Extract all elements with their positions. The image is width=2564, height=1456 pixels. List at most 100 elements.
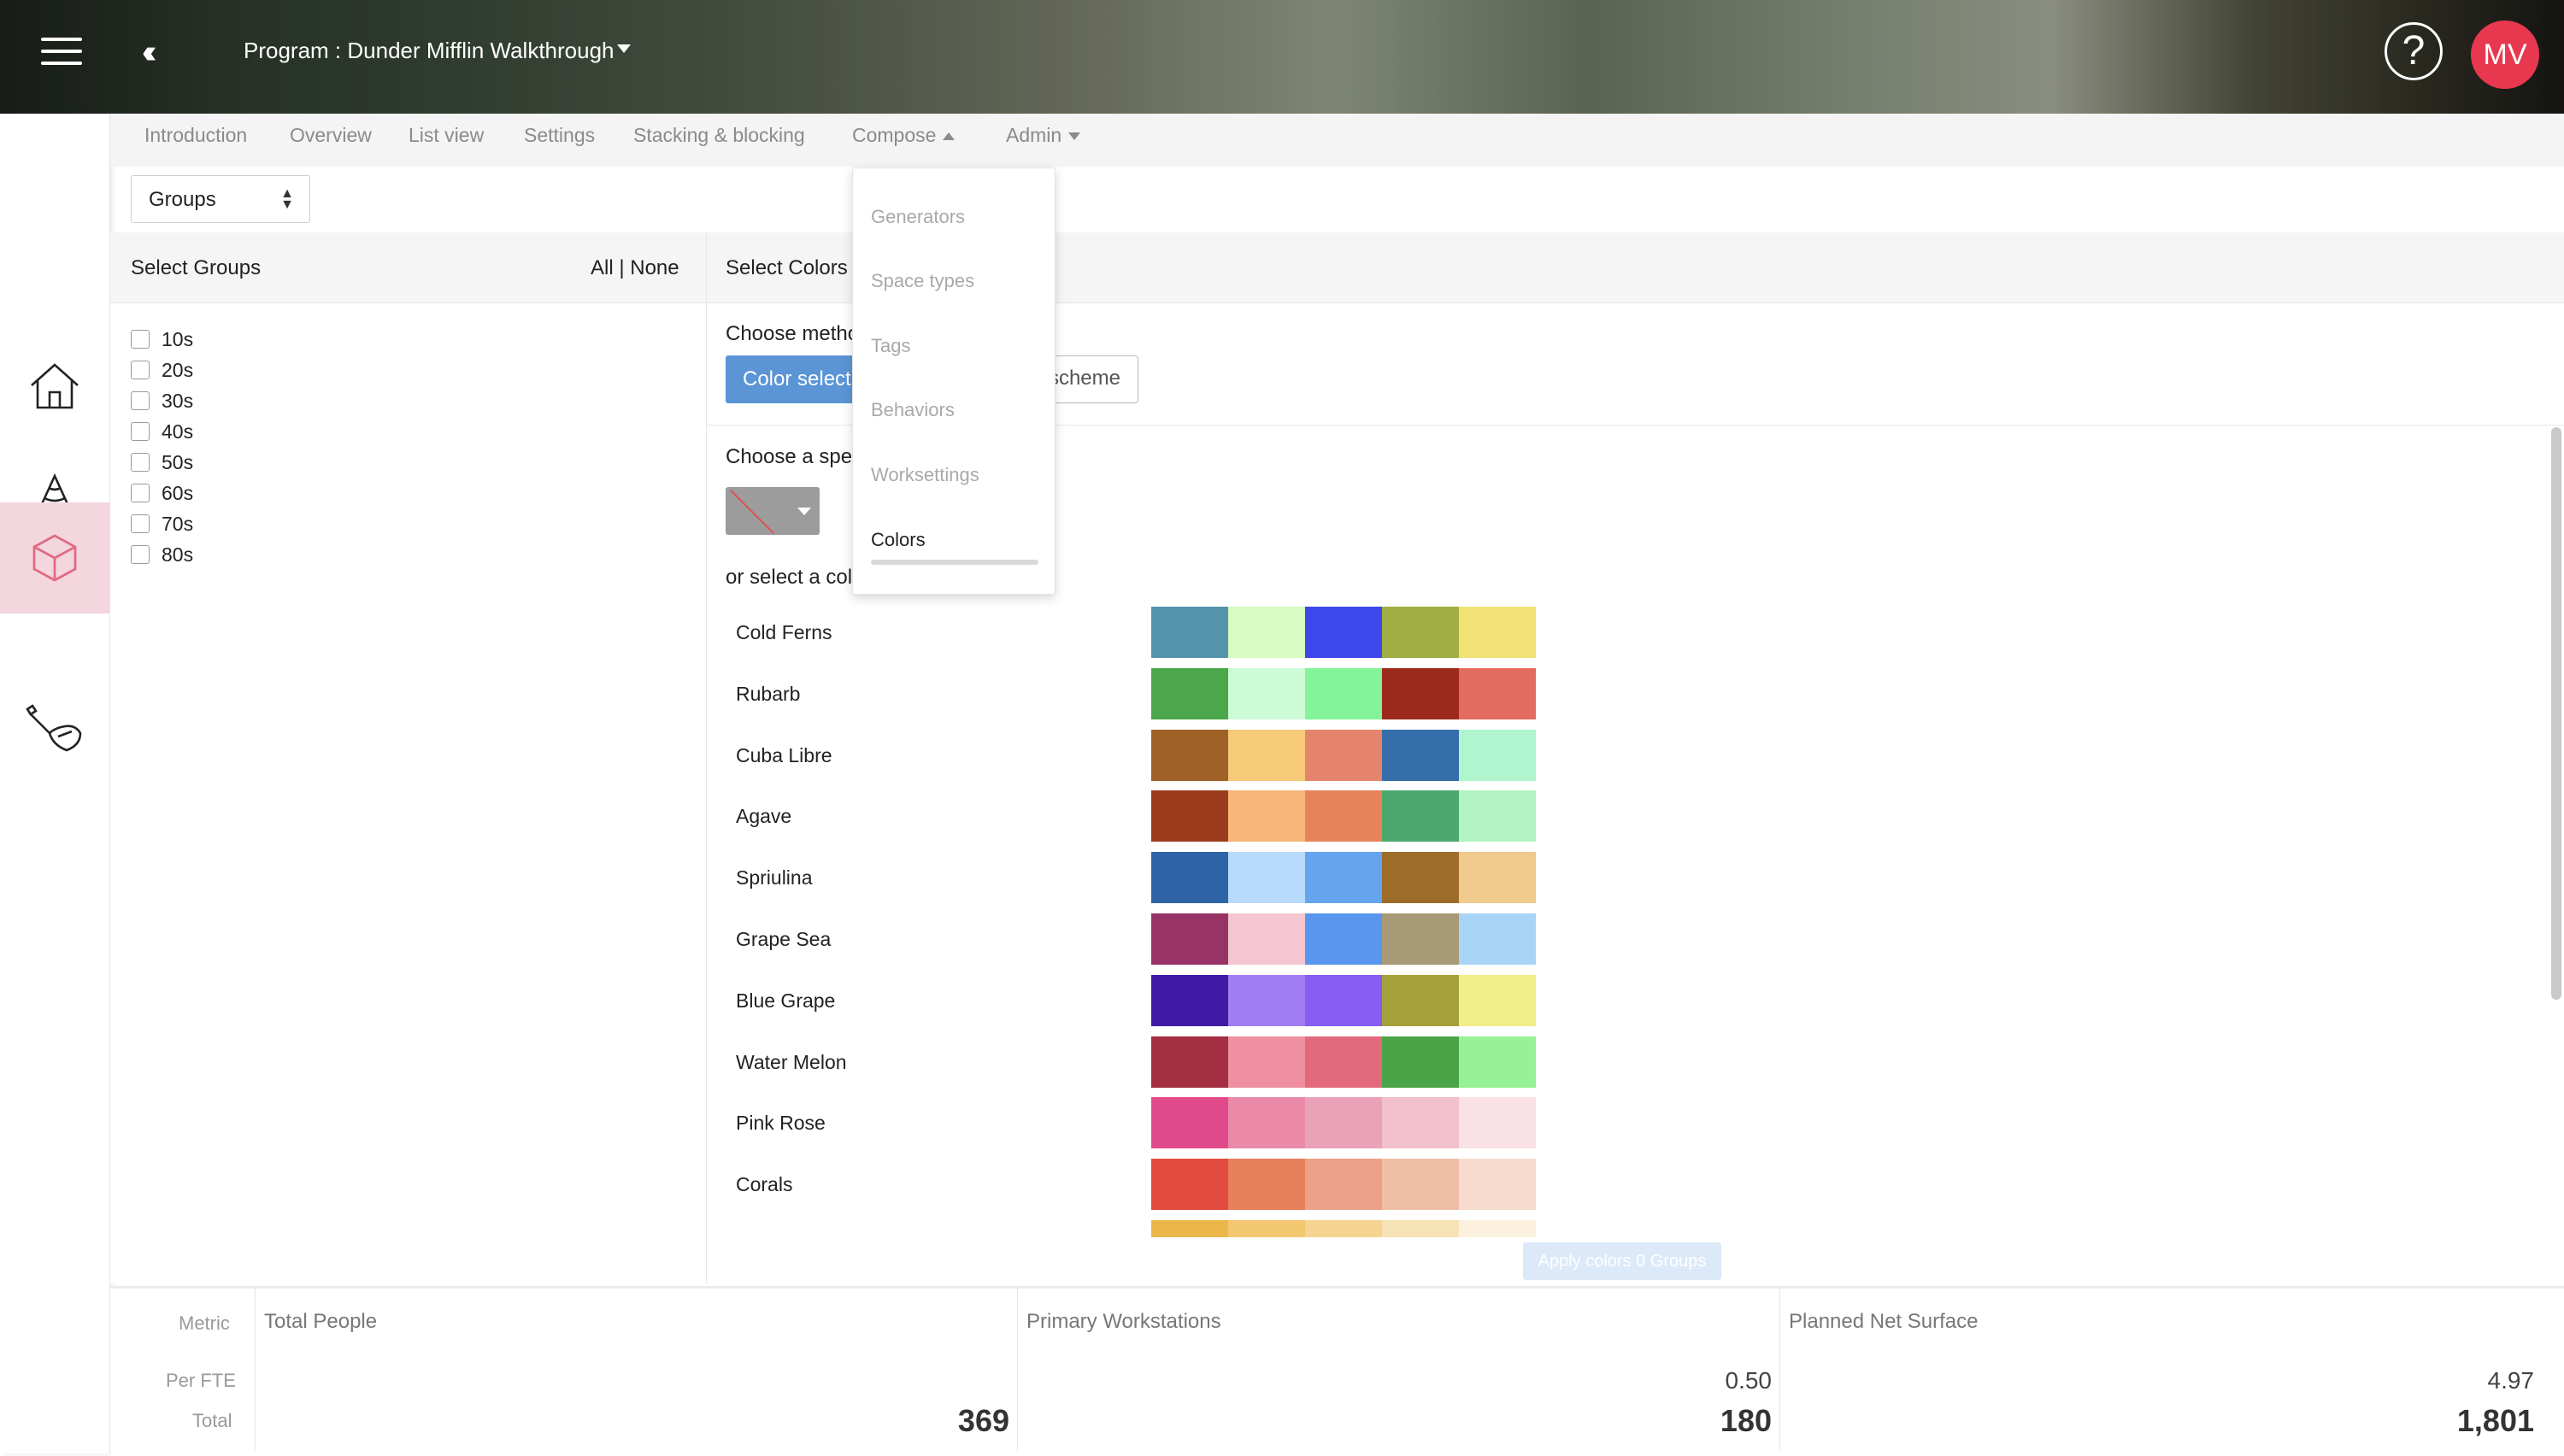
group-checkbox[interactable] — [131, 514, 150, 533]
program-title[interactable]: Program : Dunder Mifflin Walkthrough — [244, 38, 615, 64]
menu-item-tags[interactable]: Tags — [871, 335, 910, 357]
all-none-toggle[interactable]: All | None — [591, 256, 679, 280]
caret-up-icon — [943, 132, 956, 141]
color-swatch — [1228, 1159, 1305, 1210]
choose-specific-label: Choose a spec — [726, 445, 863, 468]
palette-name[interactable]: Water Melon — [736, 1051, 847, 1074]
select-arrows-icon: ▲ ▼ — [280, 186, 294, 212]
palette-name[interactable]: Rubarb — [736, 683, 800, 706]
group-checkbox[interactable] — [131, 391, 150, 410]
color-swatch — [1459, 1220, 1536, 1237]
color-swatch — [1151, 790, 1228, 842]
groups-select[interactable]: Groups ▲ ▼ — [131, 175, 310, 223]
tab-settings[interactable]: Settings — [524, 124, 595, 147]
palette-swatches[interactable] — [1151, 607, 1536, 658]
color-swatch — [1305, 913, 1382, 965]
color-swatch — [1459, 730, 1536, 781]
color-swatch — [1382, 852, 1459, 903]
tab-stacking-blocking[interactable]: Stacking & blocking — [633, 124, 805, 147]
tab-overview[interactable]: Overview — [290, 124, 372, 147]
palette-swatches[interactable] — [1151, 730, 1536, 781]
choose-method-label: Choose metho — [726, 322, 860, 345]
color-swatch — [1151, 975, 1228, 1026]
color-swatch — [1228, 913, 1305, 965]
help-icon[interactable]: ? — [2385, 22, 2443, 80]
color-swatch — [1459, 1036, 1536, 1088]
palette-swatches[interactable] — [1151, 1036, 1536, 1088]
rail-home[interactable] — [0, 331, 109, 442]
rail-brush[interactable] — [0, 673, 109, 784]
menu-item-worksettings[interactable]: Worksettings — [871, 464, 979, 486]
program-caret-icon[interactable] — [617, 44, 631, 53]
palette-name[interactable]: Spriulina — [736, 866, 813, 889]
color-swatch — [1305, 1036, 1382, 1088]
color-swatch — [1305, 790, 1382, 842]
color-swatch — [1305, 852, 1382, 903]
group-checkbox[interactable] — [131, 545, 150, 564]
color-swatch — [1228, 1036, 1305, 1088]
group-checkbox[interactable] — [131, 422, 150, 441]
group-checkbox[interactable] — [131, 361, 150, 379]
palette-name[interactable]: Grape Sea — [736, 928, 831, 951]
color-swatch — [1228, 1097, 1305, 1148]
palette-swatches[interactable] — [1151, 913, 1536, 965]
palette-name[interactable]: Pink Rose — [736, 1112, 826, 1135]
color-swatch — [1382, 975, 1459, 1026]
menu-item-behaviors[interactable]: Behaviors — [871, 399, 955, 421]
palette-name[interactable]: Blue Grape — [736, 989, 835, 1013]
color-swatch — [1228, 852, 1305, 903]
color-swatch — [1151, 1220, 1228, 1237]
palette-name[interactable]: Cold Ferns — [736, 621, 832, 644]
groups-select-value: Groups — [149, 188, 216, 211]
group-checkbox[interactable] — [131, 330, 150, 349]
color-swatch — [1305, 1097, 1382, 1148]
apply-colors-button[interactable]: Apply colors 0 Groups — [1523, 1242, 1721, 1280]
rail-cube-active[interactable] — [0, 502, 109, 614]
vertical-scrollbar[interactable] — [2551, 427, 2561, 1000]
tab-compose-label: Compose — [852, 124, 937, 146]
palette-swatches[interactable] — [1151, 790, 1536, 842]
color-swatch — [1151, 913, 1228, 965]
group-checkbox[interactable] — [131, 484, 150, 502]
color-swatch — [1459, 790, 1536, 842]
color-swatch — [1459, 668, 1536, 719]
avatar[interactable]: MV — [2471, 21, 2539, 89]
compose-dropdown: Generators Space types Tags Behaviors Wo… — [852, 167, 1056, 595]
menu-item-generators[interactable]: Generators — [871, 206, 965, 228]
palette-name[interactable]: Cuba Libre — [736, 744, 832, 767]
palette-swatches[interactable] — [1151, 1159, 1536, 1210]
metric-total: 180 — [1720, 1403, 1772, 1438]
total-row-label: Total — [192, 1410, 232, 1431]
palette-name[interactable]: Agave — [736, 805, 791, 828]
no-color-icon — [730, 490, 811, 534]
color-select-button[interactable]: Color select — [726, 355, 854, 403]
menu-item-colors[interactable]: Colors — [871, 529, 926, 551]
tab-compose[interactable]: Compose — [852, 124, 956, 147]
palette-swatches[interactable] — [1151, 852, 1536, 903]
color-swatch-select[interactable] — [726, 487, 820, 535]
color-swatch — [1228, 730, 1305, 781]
group-label: 10s — [162, 328, 194, 350]
tab-introduction[interactable]: Introduction — [144, 124, 247, 147]
tab-admin-label: Admin — [1006, 124, 1062, 146]
home-icon — [31, 363, 79, 409]
collapse-chevrons-icon[interactable]: ‹‹ — [142, 34, 157, 71]
menu-icon[interactable] — [41, 38, 82, 67]
palette-swatches[interactable] — [1151, 1097, 1536, 1148]
palette-name[interactable]: Corals — [736, 1173, 792, 1196]
metric-total: 1,801 — [2456, 1403, 2534, 1438]
menu-item-space-types[interactable]: Space types — [871, 270, 974, 292]
color-swatch — [1459, 1159, 1536, 1210]
color-swatch — [1228, 668, 1305, 719]
palette-swatches[interactable] — [1151, 668, 1536, 719]
tab-admin[interactable]: Admin — [1006, 124, 1081, 147]
tab-list-view[interactable]: List view — [409, 124, 484, 147]
color-swatch — [1382, 913, 1459, 965]
color-swatch — [1151, 852, 1228, 903]
group-checkbox[interactable] — [131, 453, 150, 472]
groups-panel-title: Select Groups — [131, 256, 262, 279]
palette-swatches[interactable] — [1151, 975, 1536, 1026]
color-swatch — [1305, 1220, 1382, 1237]
metric-header: Total People — [264, 1310, 378, 1333]
palette-swatches[interactable] — [1151, 1220, 1536, 1237]
